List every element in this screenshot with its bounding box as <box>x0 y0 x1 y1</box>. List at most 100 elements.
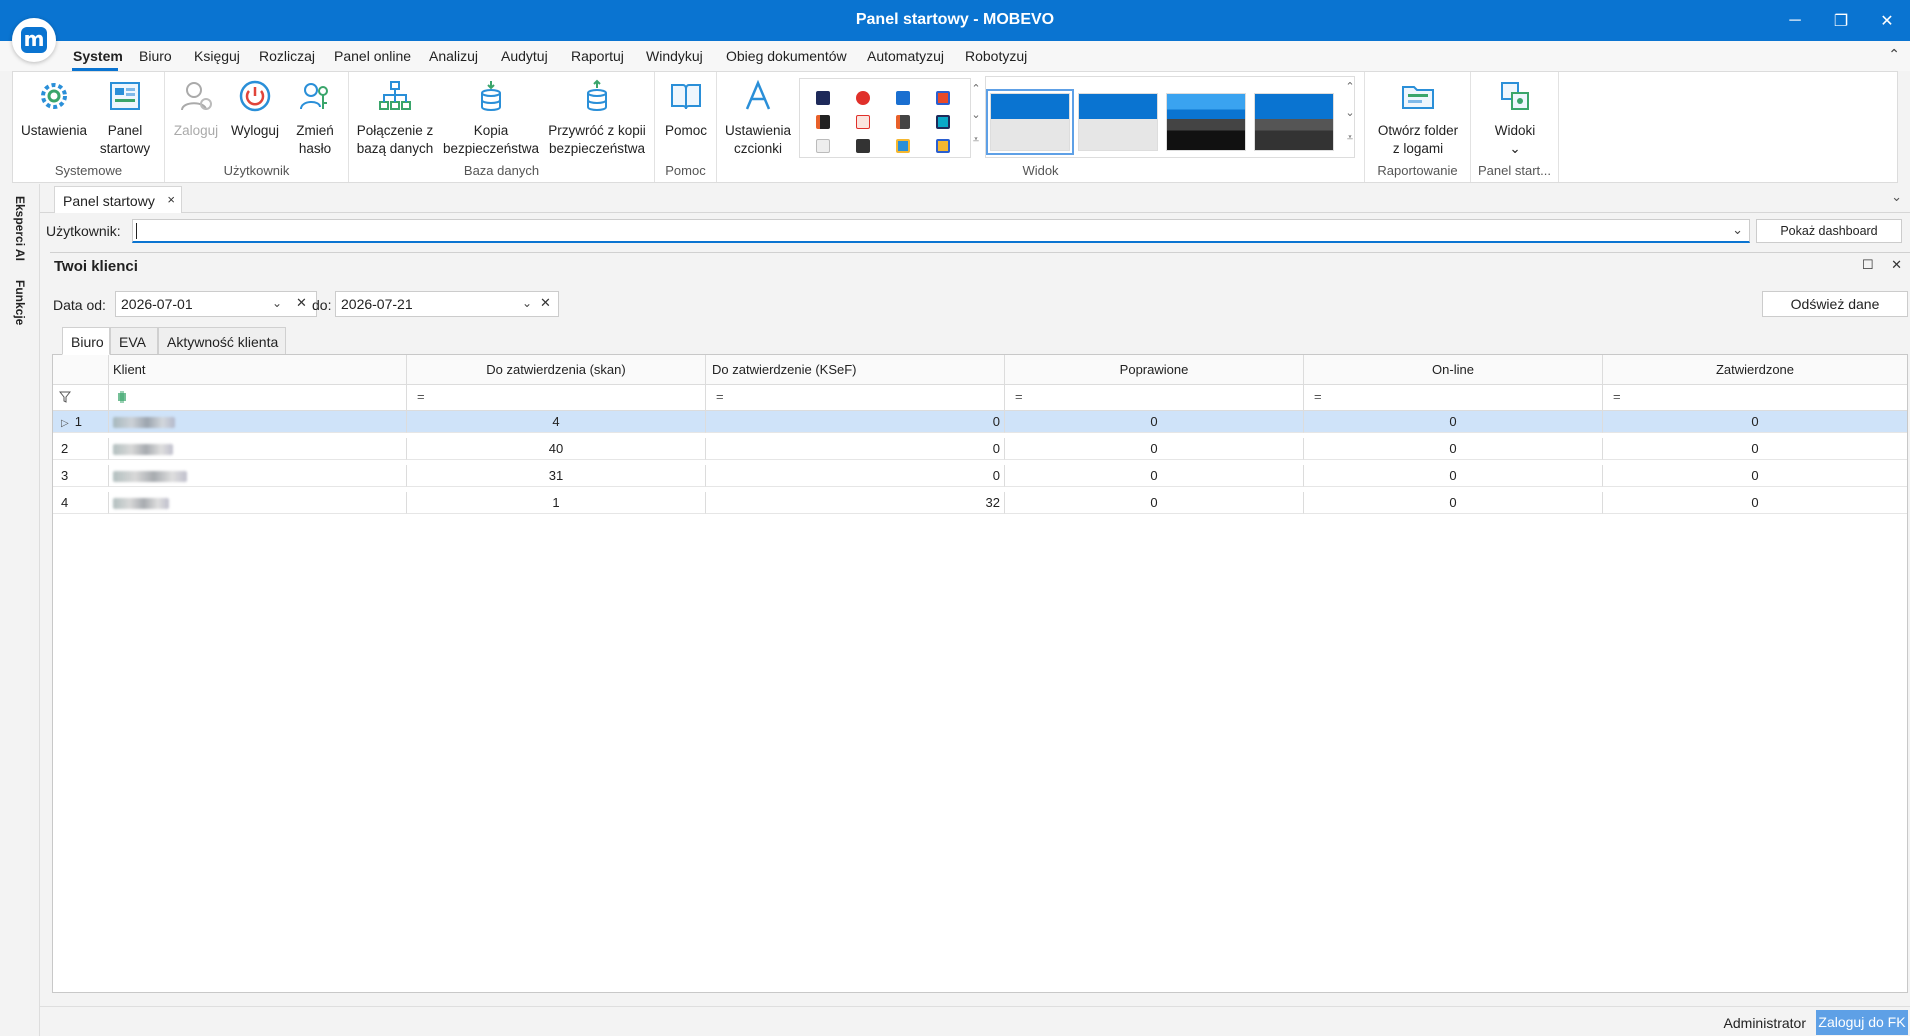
side-tab-funkcje[interactable]: Funkcje <box>13 280 27 325</box>
menu-system[interactable]: System <box>73 48 123 64</box>
pomoc-button[interactable]: Pomoc <box>661 76 711 140</box>
polaczenie-button[interactable]: Połączenie z bazą danych <box>355 76 435 158</box>
close-panel-icon[interactable]: ✕ <box>1891 257 1902 272</box>
header-do-zatwierdzenia-ksef[interactable]: Do zatwierdzenie (KSeF) <box>706 355 1005 384</box>
kopia-label-line2: bezpieczeństwa <box>442 141 540 156</box>
theme-icon-12[interactable] <box>936 139 950 153</box>
date-to-field[interactable]: 2026-07-21 ⌄ ✕ <box>335 291 559 317</box>
date-to-clear-icon[interactable]: ✕ <box>540 295 551 311</box>
close-tab-icon[interactable]: × <box>167 192 175 207</box>
zmien-haslo-button[interactable]: Zmień hasło <box>289 76 341 158</box>
mobevo-logo-icon: m <box>21 27 47 53</box>
theme-icon-6[interactable] <box>856 115 870 129</box>
panel-startowy-button[interactable]: Panel startowy <box>93 76 157 158</box>
tab-panel-startowy[interactable]: Panel startowy × <box>54 186 182 213</box>
user-combobox[interactable]: ⌄ <box>132 219 1750 243</box>
table-row[interactable]: 4 1 32 0 0 0 <box>53 492 1907 514</box>
scheme-more-icon[interactable]: ⩡ <box>1343 132 1357 145</box>
pokaz-dashboard-button[interactable]: Pokaż dashboard <box>1756 219 1902 243</box>
tab-aktywnosc-klienta[interactable]: Aktywność klienta <box>158 327 286 355</box>
scheme-scroll-down-icon[interactable]: ⌄ <box>1343 106 1357 119</box>
scheme-scroll-up-icon[interactable]: ⌃ <box>1343 80 1357 93</box>
table-row[interactable]: ▷ 1 4 0 0 0 0 <box>53 411 1907 433</box>
tab-eva[interactable]: EVA <box>110 327 158 355</box>
header-on-line[interactable]: On-line <box>1304 355 1603 384</box>
side-tab-eksperci-ai[interactable]: Eksperci AI <box>13 196 27 261</box>
gallery-more-icon[interactable]: ⩡ <box>969 134 983 147</box>
wyloguj-button[interactable]: Wyloguj <box>225 76 285 140</box>
collapse-ribbon-icon[interactable]: ⌃ <box>1888 46 1900 63</box>
cell-poprawione: 0 <box>1005 465 1304 487</box>
color-scheme-blue-light[interactable] <box>986 89 1074 155</box>
chevron-down-icon[interactable]: ⌄ <box>1732 222 1743 238</box>
date-from-clear-icon[interactable]: ✕ <box>296 295 307 311</box>
minimize-button[interactable]: ─ <box>1772 0 1818 41</box>
ribbon-group-systemowe: Ustawienia Panel startowy Systemowe <box>13 72 165 182</box>
menu-obieg-dokumentow[interactable]: Obieg dokumentów <box>726 48 847 64</box>
filter-zatwierdzone[interactable]: = <box>1603 385 1907 410</box>
maximize-panel-icon[interactable]: ☐ <box>1862 257 1874 272</box>
tab-biuro[interactable]: Biuro <box>62 327 110 355</box>
menu-ksieguj[interactable]: Księguj <box>194 48 240 64</box>
theme-icon-4[interactable] <box>936 91 950 105</box>
date-from-field[interactable]: 2026-07-01 ⌄ ✕ <box>115 291 317 317</box>
header-do-zatwierdzenia-skan[interactable]: Do zatwierdzenia (skan) <box>407 355 706 384</box>
menu-audytuj[interactable]: Audytuj <box>501 48 548 64</box>
database-connection-icon <box>375 76 415 116</box>
theme-icon-11[interactable] <box>896 139 910 153</box>
ustawienia-button[interactable]: Ustawienia <box>19 76 89 140</box>
font-icon <box>738 76 778 116</box>
gallery-scroll-down-icon[interactable]: ⌄ <box>969 108 983 121</box>
kopia-bezpieczenstwa-button[interactable]: Kopia bezpieczeństwa <box>441 76 541 158</box>
menu-bar: System Biuro Księguj Rozliczaj Panel onl… <box>0 41 1910 71</box>
close-window-button[interactable]: ✕ <box>1864 0 1910 41</box>
menu-windykuj[interactable]: Windykuj <box>646 48 703 64</box>
filter-poprawione[interactable]: = <box>1005 385 1304 410</box>
table-row[interactable]: 2 40 0 0 0 0 <box>53 438 1907 460</box>
header-zatwierdzone[interactable]: Zatwierdzone <box>1603 355 1907 384</box>
menu-analizuj[interactable]: Analizuj <box>429 48 478 64</box>
theme-icon-3[interactable] <box>896 91 910 105</box>
filter-skan[interactable]: = <box>407 385 706 410</box>
zaloguj-button[interactable]: Zaloguj <box>171 76 221 140</box>
menu-raportuj[interactable]: Raportuj <box>571 48 624 64</box>
group-label-baza-danych: Baza danych <box>463 163 540 178</box>
date-from-dropdown-icon[interactable]: ⌄ <box>272 296 282 310</box>
theme-icon-10[interactable] <box>856 139 870 153</box>
otworz-folder-button[interactable]: Otwórz folder z logami <box>1373 76 1463 158</box>
tab-overflow-chevron-icon[interactable]: ⌄ <box>1891 189 1902 205</box>
table-row[interactable]: 3 31 0 0 0 0 <box>53 465 1907 487</box>
menu-robotyzuj[interactable]: Robotyzuj <box>965 48 1027 64</box>
app-logo[interactable]: m <box>12 18 56 62</box>
color-scheme-blue[interactable] <box>1078 93 1158 151</box>
theme-icon-1[interactable] <box>816 91 830 105</box>
theme-icon-2[interactable] <box>856 91 870 105</box>
restore-button[interactable]: ❐ <box>1818 0 1864 41</box>
header-poprawione[interactable]: Poprawione <box>1005 355 1304 384</box>
odswiez-dane-button[interactable]: Odśwież dane <box>1762 291 1908 317</box>
menu-biuro[interactable]: Biuro <box>139 48 172 64</box>
menu-panel-online[interactable]: Panel online <box>334 48 411 64</box>
przywroc-kopii-button[interactable]: Przywróć z kopii bezpieczeństwa <box>545 76 649 158</box>
color-scheme-dark[interactable] <box>1254 93 1334 151</box>
gallery-scroll-up-icon[interactable]: ⌃ <box>969 82 983 95</box>
theme-icon-5[interactable] <box>816 115 830 129</box>
filter-ksef[interactable]: = <box>706 385 1005 410</box>
power-icon <box>235 76 275 116</box>
ustawienia-czcionki-button[interactable]: Ustawienia czcionki <box>723 76 793 158</box>
theme-icon-7[interactable] <box>896 115 910 129</box>
widoki-button[interactable]: Widoki ⌄ <box>1481 76 1549 158</box>
theme-icon-9[interactable] <box>816 139 830 153</box>
header-klient[interactable]: Klient <box>109 355 407 384</box>
filter-klient-icon[interactable] <box>109 385 407 410</box>
menu-automatyzuj[interactable]: Automatyzuj <box>867 48 944 64</box>
filter-online[interactable]: = <box>1304 385 1603 410</box>
color-scheme-dark-blue[interactable] <box>1166 93 1246 151</box>
date-to-dropdown-icon[interactable]: ⌄ <box>522 296 532 310</box>
theme-icon-8[interactable] <box>936 115 950 129</box>
filter-funnel-icon[interactable] <box>53 385 109 410</box>
zaloguj-do-fk-button[interactable]: Zaloguj do FK <box>1816 1010 1908 1035</box>
grid-header: Klient Do zatwierdzenia (skan) Do zatwie… <box>53 355 1907 385</box>
zmien-label-line1: Zmień <box>296 123 334 138</box>
menu-rozliczaj[interactable]: Rozliczaj <box>259 48 315 64</box>
